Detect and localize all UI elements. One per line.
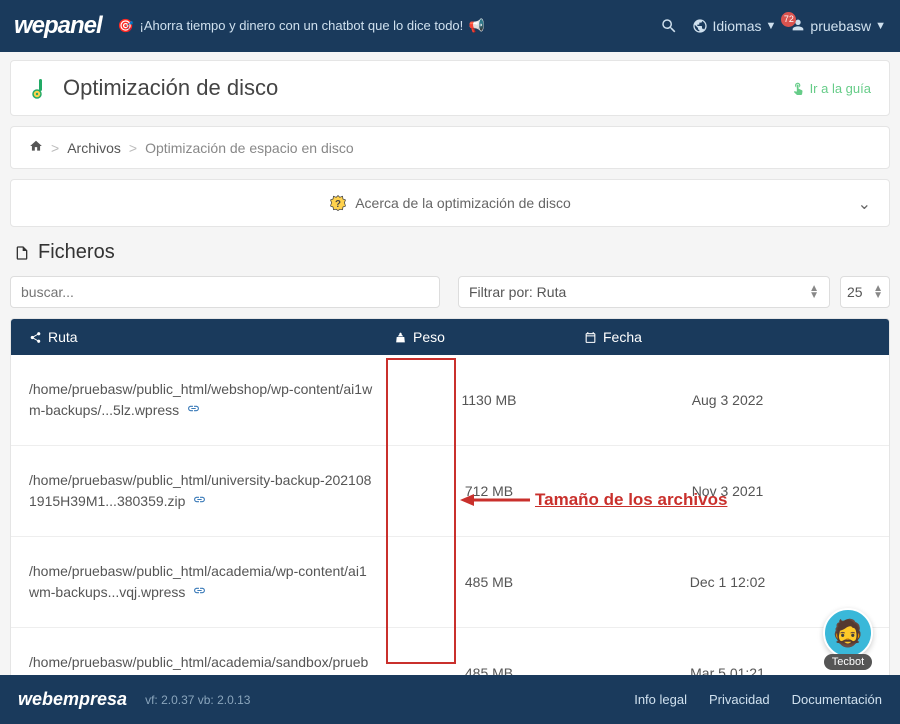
search-icon [660, 17, 678, 35]
col-weight-label: Peso [413, 329, 445, 345]
share-nodes-icon [29, 331, 42, 344]
annotation-label: Tamaño de los archivos [535, 490, 727, 510]
footer-version: vf: 2.0.37 vb: 2.0.13 [145, 693, 634, 707]
pagesize-value: 25 [847, 284, 863, 300]
footer-links: Info legal Privacidad Documentación [634, 692, 882, 707]
page-title-left: Optimización de disco [29, 75, 791, 101]
chevron-down-icon: ▼ [766, 20, 777, 32]
chatbot-widget[interactable]: 🧔 Tecbot [820, 608, 876, 680]
breadcrumb-files[interactable]: Archivos [67, 140, 121, 156]
table-row[interactable]: /home/pruebasw/public_html/academia/wp-c… [11, 537, 889, 628]
top-right-group: Idiomas ▼ 72 pruebasw ▼ [660, 17, 886, 36]
globe-icon [692, 18, 708, 34]
cell-date: Dec 1 12:02 [584, 574, 871, 590]
hand-point-icon [791, 81, 805, 95]
footer-link-privacy[interactable]: Privacidad [709, 692, 770, 707]
breadcrumb-separator: > [129, 140, 137, 156]
filter-select-label: Filtrar por: Ruta [469, 284, 566, 300]
weight-icon [394, 331, 407, 344]
section-title-text: Ficheros [38, 241, 115, 264]
col-path[interactable]: Ruta [29, 329, 394, 345]
cell-weight: 485 MB [394, 574, 584, 590]
section-title-files: Ficheros [10, 237, 890, 276]
filter-select[interactable]: Filtrar por: Ruta ▲▼ [458, 276, 830, 308]
home-icon[interactable] [29, 139, 43, 156]
cell-path: /home/pruebasw/public_html/webshop/wp-co… [29, 379, 394, 421]
sort-caret-icon: ▲▼ [873, 285, 883, 299]
question-icon: ? [329, 194, 347, 212]
username-label: pruebasw [810, 18, 871, 34]
chatbot-avatar-icon: 🧔 [823, 608, 873, 658]
brand-logo: wepanel [14, 12, 102, 40]
footer: webempresa vf: 2.0.37 vb: 2.0.13 Info le… [0, 675, 900, 724]
col-date[interactable]: Fecha [584, 329, 871, 345]
svg-text:?: ? [335, 199, 341, 210]
search-box [10, 276, 440, 308]
table-controls: Filtrar por: Ruta ▲▼ 25 ▲▼ [10, 276, 890, 308]
about-accordion[interactable]: ? Acerca de la optimización de disco ⌄ [10, 179, 890, 227]
table-body: /home/pruebasw/public_html/webshop/wp-co… [11, 355, 889, 718]
breadcrumb-separator: > [51, 140, 59, 156]
col-path-label: Ruta [48, 329, 78, 345]
accordion-header: ? Acerca de la optimización de disco [329, 194, 571, 212]
user-menu[interactable]: 72 pruebasw ▼ [790, 17, 886, 36]
footer-link-legal[interactable]: Info legal [634, 692, 687, 707]
main-content: Optimización de disco Ir a la guía > Arc… [0, 52, 900, 719]
user-icon: 72 [790, 17, 806, 36]
chatbot-label: Tecbot [824, 654, 872, 670]
table-row[interactable]: /home/pruebasw/public_html/webshop/wp-co… [11, 355, 889, 446]
disk-optimizer-icon [29, 76, 53, 100]
calendar-icon [584, 331, 597, 344]
megaphone-icon: 📢 [469, 18, 485, 33]
guide-link[interactable]: Ir a la guía [791, 81, 871, 96]
sort-caret-icon: ▲▼ [809, 285, 819, 299]
breadcrumb-current: Optimización de espacio en disco [145, 140, 354, 156]
page-title-card: Optimización de disco Ir a la guía [10, 60, 890, 116]
language-label: Idiomas [712, 18, 761, 34]
cell-path: /home/pruebasw/public_html/academia/wp-c… [29, 561, 394, 603]
file-icon [14, 245, 30, 261]
col-date-label: Fecha [603, 329, 642, 345]
cell-weight: 1130 MB [394, 392, 584, 408]
search-input[interactable] [10, 276, 440, 308]
tagline-text: ¡Ahorra tiempo y dinero con un chatbot q… [140, 18, 464, 33]
accordion-title-text: Acerca de la optimización de disco [355, 195, 571, 211]
chevron-down-icon: ▼ [875, 20, 886, 32]
table-header: Ruta Peso Fecha [11, 319, 889, 355]
page-title: Optimización de disco [63, 75, 278, 101]
cell-path: /home/pruebasw/public_html/university-ba… [29, 470, 394, 512]
link-icon[interactable] [193, 584, 206, 600]
top-navbar: wepanel 🎯 ¡Ahorra tiempo y dinero con un… [0, 0, 900, 52]
link-icon[interactable] [193, 493, 206, 509]
tagline: 🎯 ¡Ahorra tiempo y dinero con un chatbot… [116, 18, 661, 34]
breadcrumb: > Archivos > Optimización de espacio en … [10, 126, 890, 169]
cell-date: Aug 3 2022 [584, 392, 871, 408]
language-selector[interactable]: Idiomas ▼ [692, 18, 776, 34]
search-button[interactable] [660, 17, 678, 35]
notification-badge: 72 [781, 12, 796, 27]
guide-link-label: Ir a la guía [810, 81, 871, 96]
footer-brand: webempresa [18, 689, 127, 710]
link-icon[interactable] [187, 402, 200, 418]
footer-link-docs[interactable]: Documentación [792, 692, 882, 707]
chevron-down-icon: ⌄ [858, 194, 871, 214]
filter-group: Filtrar por: Ruta ▲▼ 25 ▲▼ [458, 276, 890, 308]
pagesize-select[interactable]: 25 ▲▼ [840, 276, 890, 308]
table-row[interactable]: /home/pruebasw/public_html/university-ba… [11, 446, 889, 537]
col-weight[interactable]: Peso [394, 329, 584, 345]
target-icon: 🎯 [118, 18, 134, 33]
files-table: Ruta Peso Fecha /home/pruebasw/public_ht… [10, 318, 890, 719]
